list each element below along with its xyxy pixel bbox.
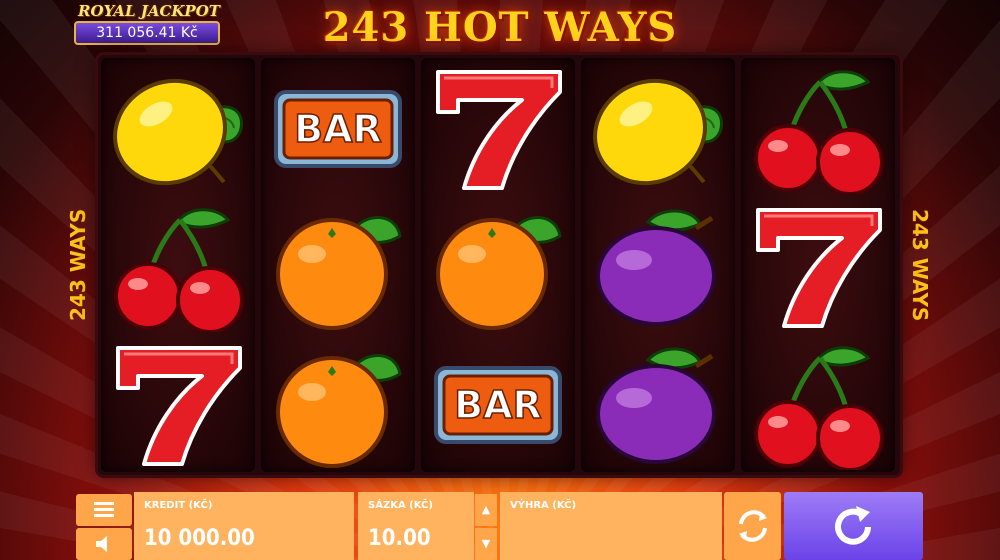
credit-label: KREDIT (KČ) [144,500,213,511]
cherry-symbol [741,336,895,474]
svg-text:BAR: BAR [454,383,542,427]
orange-symbol [421,198,575,336]
spin-button[interactable] [784,492,923,560]
bet-label: SÁZKA (KČ) [368,500,433,511]
win-label: VÝHRA (KČ) [510,500,577,511]
seven-symbol [421,60,575,198]
bet-panel: SÁZKA (KČ) 10.00 [358,492,474,560]
reel-5 [741,58,895,472]
bet-increase-button[interactable]: ▲ [475,494,497,526]
speaker-mute-icon [96,536,107,552]
menu-icon [94,502,114,517]
reel-4 [581,58,735,472]
game-title: 243 HOT WAYS [322,4,678,51]
sound-button[interactable] [76,528,132,560]
svg-text:BAR: BAR [294,107,382,151]
seven-symbol [101,336,255,474]
seven-symbol [741,198,895,336]
lemon-symbol [101,60,255,198]
bar-symbol: BAR [261,60,415,198]
bet-value: 10.00 [368,526,431,551]
arrow-up-icon: ▲ [481,503,491,516]
reel-2: BAR [261,58,415,472]
reel-1 [101,58,255,472]
autoplay-button[interactable] [724,492,781,560]
orange-symbol [261,198,415,336]
credit-value: 10 000.00 [144,526,255,551]
bar-symbol: BAR [421,336,575,474]
credit-panel: KREDIT (KČ) 10 000.00 [134,492,354,560]
lemon-symbol [581,60,735,198]
plum-symbol [581,336,735,474]
spin-icon [835,506,871,545]
side-label-left: 243 WAYS [66,208,90,322]
cherry-symbol [741,60,895,198]
autoplay-icon [739,510,767,542]
cherry-symbol [101,198,255,336]
side-label-right: 243 WAYS [908,208,932,322]
bet-decrease-button[interactable]: ▼ [475,528,497,560]
win-panel: VÝHRA (KČ) [500,492,722,560]
reel-3: BAR [421,58,575,472]
plum-symbol [581,198,735,336]
menu-button[interactable] [76,494,132,526]
orange-symbol [261,336,415,474]
arrow-down-icon: ▼ [481,537,491,550]
